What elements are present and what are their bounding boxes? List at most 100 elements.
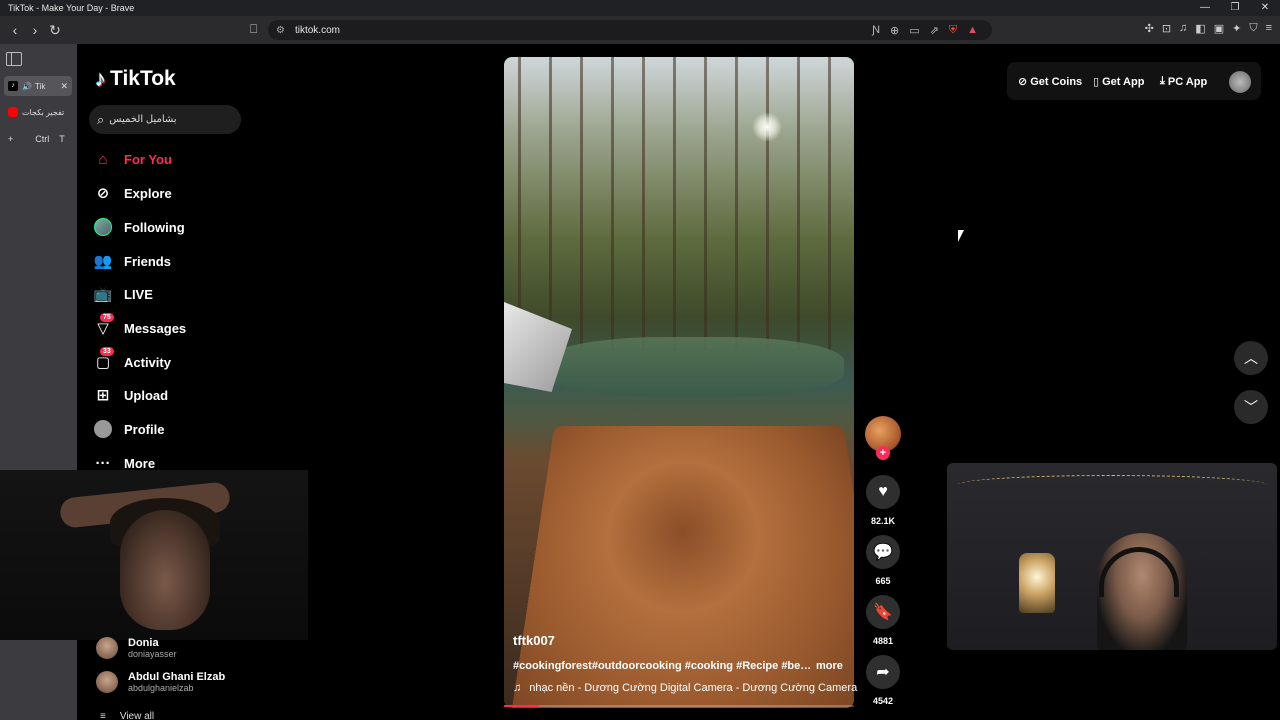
like-button[interactable]: ♥ — [866, 475, 900, 509]
share-count: 4542 — [872, 696, 894, 706]
close-window-button[interactable]: ✕ — [1250, 0, 1280, 16]
window-title: TikTok - Make Your Day - Brave — [8, 3, 135, 13]
restore-button[interactable]: ❐ — [1220, 0, 1250, 16]
nav-label: Activity — [124, 354, 171, 370]
tab-label: Tik — [34, 81, 46, 91]
get-coins-button[interactable]: ⊘ Get Coins — [1018, 75, 1083, 89]
video-author[interactable]: tftk007 — [513, 633, 555, 648]
translate-icon[interactable]: Ɲ — [872, 24, 880, 37]
like-count: 82.1K — [870, 516, 896, 526]
nav-explore[interactable]: ⊘ Explore — [94, 181, 172, 205]
nav-label: Friends — [124, 253, 171, 269]
brave-rewards-icon[interactable]: ▲ — [967, 24, 978, 37]
shortcut-key: Ctrl — [35, 134, 50, 144]
nav-friends[interactable]: 👥 Friends — [94, 249, 171, 273]
forward-icon[interactable]: › — [25, 22, 45, 38]
nav-for-you[interactable]: ⌂ For You — [94, 147, 172, 171]
friends-icon: 👥 — [93, 253, 113, 270]
tab-label: تفجير بكجات — [22, 107, 65, 117]
view-all-link[interactable]: ≡ View all — [100, 711, 154, 720]
vpn-icon[interactable]: ⛉ — [1249, 22, 1257, 35]
video-music[interactable]: ♫ nhạc nền - Dương Cường Digital Camera … — [513, 682, 857, 694]
back-icon[interactable]: ‹ — [5, 22, 25, 38]
nav-upload[interactable]: ⊞ Upload — [94, 383, 168, 407]
sidebar-icon[interactable]: ◧ — [1195, 22, 1205, 35]
cast-icon[interactable]: ▭ — [909, 24, 919, 37]
get-app-button[interactable]: ▯ Get App — [1093, 75, 1145, 89]
video-trees — [504, 57, 854, 350]
address-bar[interactable]: ⚙ tiktok.com Ɲ ⊕ ▭ ⇗ ⛨ ▲ — [268, 20, 992, 40]
coin-icon: ⊘ — [1018, 76, 1028, 88]
tab-search-icon[interactable]: ⊡ — [1162, 22, 1171, 35]
share-icon[interactable]: ⇗ — [930, 24, 939, 37]
get-app-label: Get App — [1102, 75, 1145, 88]
video-stream — [544, 337, 844, 397]
following-account[interactable]: Abdul Ghani Elzab abdulghanielzab — [96, 671, 225, 693]
brave-shield-icon[interactable]: ⛨ — [949, 24, 957, 37]
tiktok-logo[interactable]: ♪ TikTok — [95, 66, 176, 92]
video-progress-fill — [504, 705, 539, 707]
user-avatar[interactable] — [1229, 71, 1251, 93]
nav-label: Explore — [124, 185, 172, 201]
caption-more-button[interactable]: more — [816, 660, 843, 672]
site-settings-icon[interactable]: ⚙ — [276, 25, 285, 36]
get-coins-label: Get Coins — [1030, 75, 1083, 88]
nav-messages[interactable]: ▽ 75 Messages — [94, 313, 187, 340]
nav-label: For You — [124, 151, 172, 167]
video-progress-bar[interactable] — [504, 705, 854, 707]
tab-panel-toggle-icon[interactable] — [6, 52, 22, 66]
bookmark-icon[interactable]: ⎕ — [250, 22, 257, 37]
close-tab-icon[interactable]: ✕ — [60, 81, 68, 92]
tiktok-note-icon: ♪ — [95, 66, 106, 91]
share-button[interactable]: ➦ — [866, 655, 900, 689]
heart-icon: ♥ — [878, 483, 888, 500]
leo-ai-icon[interactable]: ✦ — [1232, 22, 1241, 35]
media-icon[interactable]: ♫ — [1179, 22, 1187, 35]
webcam-overlay-left — [0, 470, 308, 640]
reload-icon[interactable]: ↻ — [45, 22, 65, 39]
logo-text: TikTok — [110, 67, 176, 90]
live-icon: 📺 — [93, 286, 113, 303]
nav-label: Upload — [124, 387, 169, 403]
new-tab-button[interactable]: + Ctrl T — [8, 134, 68, 144]
nav-label: Messages — [124, 320, 187, 336]
minimize-button[interactable]: — — [1190, 0, 1220, 16]
plus-icon: + — [8, 134, 14, 144]
wallet-icon[interactable]: ▣ — [1214, 22, 1224, 35]
nav-live[interactable]: 📺 LIVE — [94, 282, 153, 306]
window-titlebar: TikTok - Make Your Day - Brave — ❐ ✕ — [0, 0, 1280, 16]
video-caption: #cookingforest#outdoorcooking #cooking #… — [513, 660, 813, 672]
messages-icon: ▽ 75 — [94, 313, 114, 337]
compass-icon: ⊘ — [96, 185, 110, 202]
nav-following[interactable]: Following — [94, 215, 185, 239]
account-name: Donia — [128, 637, 159, 649]
video-player[interactable] — [504, 57, 854, 708]
previous-video-button[interactable]: ︿ — [1234, 341, 1268, 375]
menu-icon[interactable]: ≡ — [1266, 22, 1272, 35]
extensions-icon[interactable]: ✣ — [1145, 22, 1154, 35]
account-handle: abdulghanielzab — [128, 683, 194, 693]
search-input[interactable]: ⌕ بشاميل الخميس — [89, 105, 241, 134]
nav-label: More — [124, 455, 156, 471]
save-count: 4881 — [872, 636, 894, 646]
tab-youtube[interactable]: تفجير بكجات — [4, 102, 72, 122]
pc-app-button[interactable]: ⤓ PC App — [1160, 75, 1207, 88]
follow-plus-icon[interactable]: + — [876, 446, 890, 460]
video-sun — [752, 112, 782, 142]
home-icon: ⌂ — [98, 150, 108, 168]
window-controls: — ❐ ✕ — [1190, 0, 1280, 16]
following-account[interactable]: Donia doniayasser — [96, 637, 177, 659]
next-video-button[interactable]: ﹀ — [1234, 390, 1268, 424]
comment-button[interactable]: 💬 — [866, 535, 900, 569]
view-all-label: View all — [119, 711, 155, 720]
following-avatar — [94, 218, 112, 236]
webcam-face — [120, 510, 210, 630]
activity-badge: 33 — [100, 347, 114, 356]
save-button[interactable]: 🔖 — [866, 595, 900, 629]
nav-activity[interactable]: ▢ 33 Activity — [94, 347, 171, 374]
tab-tiktok[interactable]: ♪ 🔊 Tik ✕ — [4, 76, 72, 96]
speaker-icon[interactable]: 🔊 — [22, 82, 32, 91]
shortcut-key: T — [59, 134, 65, 144]
zoom-icon[interactable]: ⊕ — [890, 24, 899, 37]
nav-profile[interactable]: Profile — [94, 417, 164, 441]
